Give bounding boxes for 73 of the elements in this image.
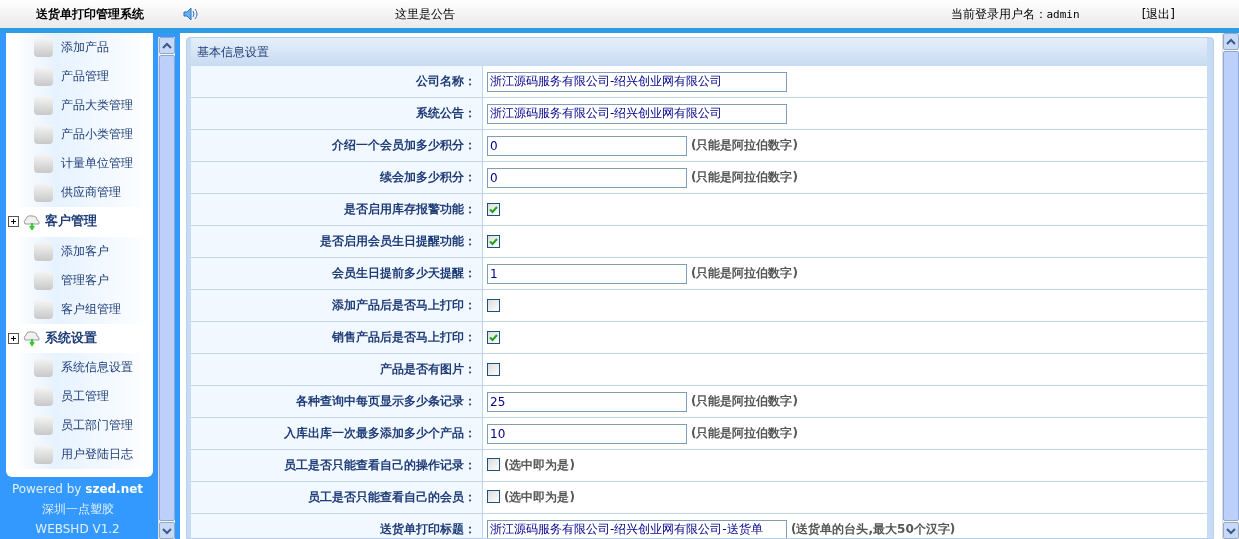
- caret-down-icon: [162, 526, 172, 535]
- scroll-up-button[interactable]: [1223, 33, 1239, 50]
- square-icon: [34, 38, 53, 58]
- footer-text: WEBSHD V1.2: [34, 521, 121, 538]
- hint-text: (只能是阿拉伯数字): [691, 138, 798, 152]
- hint-text: (只能是阿拉伯数字): [691, 170, 798, 184]
- app-title: 送货单打印管理系统: [35, 5, 145, 23]
- field-label: 产品是否有图片：: [380, 362, 476, 376]
- field-label: 员工是否只能查看自己的操作记录：: [284, 458, 476, 472]
- panel-title: 基本信息设置: [197, 45, 269, 59]
- caret-up-icon: [1226, 37, 1236, 46]
- sidebar-group[interactable]: 客户管理: [6, 207, 153, 237]
- square-icon: [34, 415, 53, 435]
- hint-text: (送货单的台头,最大50个汉字): [791, 522, 956, 536]
- field-label: 各种查询中每页显示多少条记录：: [296, 394, 476, 408]
- field-label: 入库出库一次最多添加多少个产品：: [284, 426, 476, 440]
- checkbox[interactable]: [487, 458, 500, 471]
- user-label: 当前登录用户名：: [950, 5, 1047, 23]
- footer-text: 深圳一点塑胶: [40, 501, 115, 518]
- square-icon: [34, 386, 53, 406]
- speaker-icon: [180, 6, 200, 22]
- username: admin: [1046, 7, 1080, 21]
- hint-text: (只能是阿拉伯数字): [691, 394, 798, 408]
- checkbox[interactable]: [487, 202, 500, 216]
- text-field[interactable]: 浙江源码服务有限公司-绍兴创业网有限公司: [487, 103, 787, 124]
- square-icon: [34, 241, 53, 261]
- logout-link[interactable]: [退出]: [1141, 5, 1175, 23]
- text-field[interactable]: 10: [487, 423, 687, 444]
- hint-text: (只能是阿拉伯数字): [691, 266, 798, 280]
- scroll-up-button[interactable]: [159, 37, 175, 54]
- hint-text: (选中即为是): [504, 458, 575, 472]
- notice-text: 这里是公告: [394, 5, 457, 23]
- hint-text: (只能是阿拉伯数字): [691, 426, 798, 440]
- square-icon: [34, 154, 53, 174]
- text-field[interactable]: 浙江源码服务有限公司-绍兴创业网有限公司: [487, 71, 787, 92]
- square-icon: [34, 125, 53, 145]
- square-icon: [34, 183, 53, 203]
- text-field[interactable]: 1: [487, 263, 687, 284]
- caret-down-icon: [1226, 526, 1236, 535]
- caret-up-icon: [162, 41, 172, 50]
- checkbox[interactable]: [487, 362, 500, 376]
- square-icon: [34, 357, 53, 377]
- field-label: 系统公告：: [416, 106, 476, 120]
- square-icon: [34, 270, 53, 290]
- checkbox[interactable]: [487, 234, 500, 248]
- cloud-icon: [22, 329, 42, 348]
- scroll-down-button[interactable]: [1223, 522, 1239, 539]
- footer-text: Powered by szed.net: [10, 481, 145, 498]
- checkbox[interactable]: [487, 490, 500, 503]
- text-field[interactable]: 25: [487, 391, 687, 412]
- sidebar-group[interactable]: 系统设置: [6, 323, 153, 353]
- field-label: 是否启用库存报警功能：: [344, 202, 476, 216]
- square-icon: [34, 67, 53, 87]
- field-label: 送货单打印标题：: [380, 522, 476, 536]
- field-label: 销售产品后是否马上打印：: [332, 330, 476, 344]
- checkbox[interactable]: [487, 298, 500, 312]
- square-icon: [34, 444, 53, 464]
- square-icon: [34, 96, 53, 116]
- scroll-down-button[interactable]: [159, 522, 175, 539]
- field-label: 介绍一个会员加多少积分：: [332, 138, 476, 152]
- field-label: 续会加多少积分：: [380, 170, 476, 184]
- field-label: 会员生日提前多少天提醒：: [332, 266, 476, 280]
- checkbox[interactable]: [487, 330, 500, 344]
- cloud-icon: [22, 212, 42, 231]
- text-field[interactable]: 浙江源码服务有限公司-绍兴创业网有限公司-送货单: [487, 519, 787, 538]
- text-field[interactable]: 0: [487, 167, 687, 188]
- field-label: 添加产品后是否马上打印：: [332, 298, 476, 312]
- field-label: 公司名称：: [416, 74, 476, 88]
- field-label: 员工是否只能查看自己的会员：: [308, 490, 476, 504]
- text-field[interactable]: 0: [487, 135, 687, 156]
- square-icon: [34, 299, 53, 319]
- hint-text: (选中即为是): [504, 490, 575, 504]
- field-label: 是否启用会员生日提醒功能：: [320, 234, 476, 248]
